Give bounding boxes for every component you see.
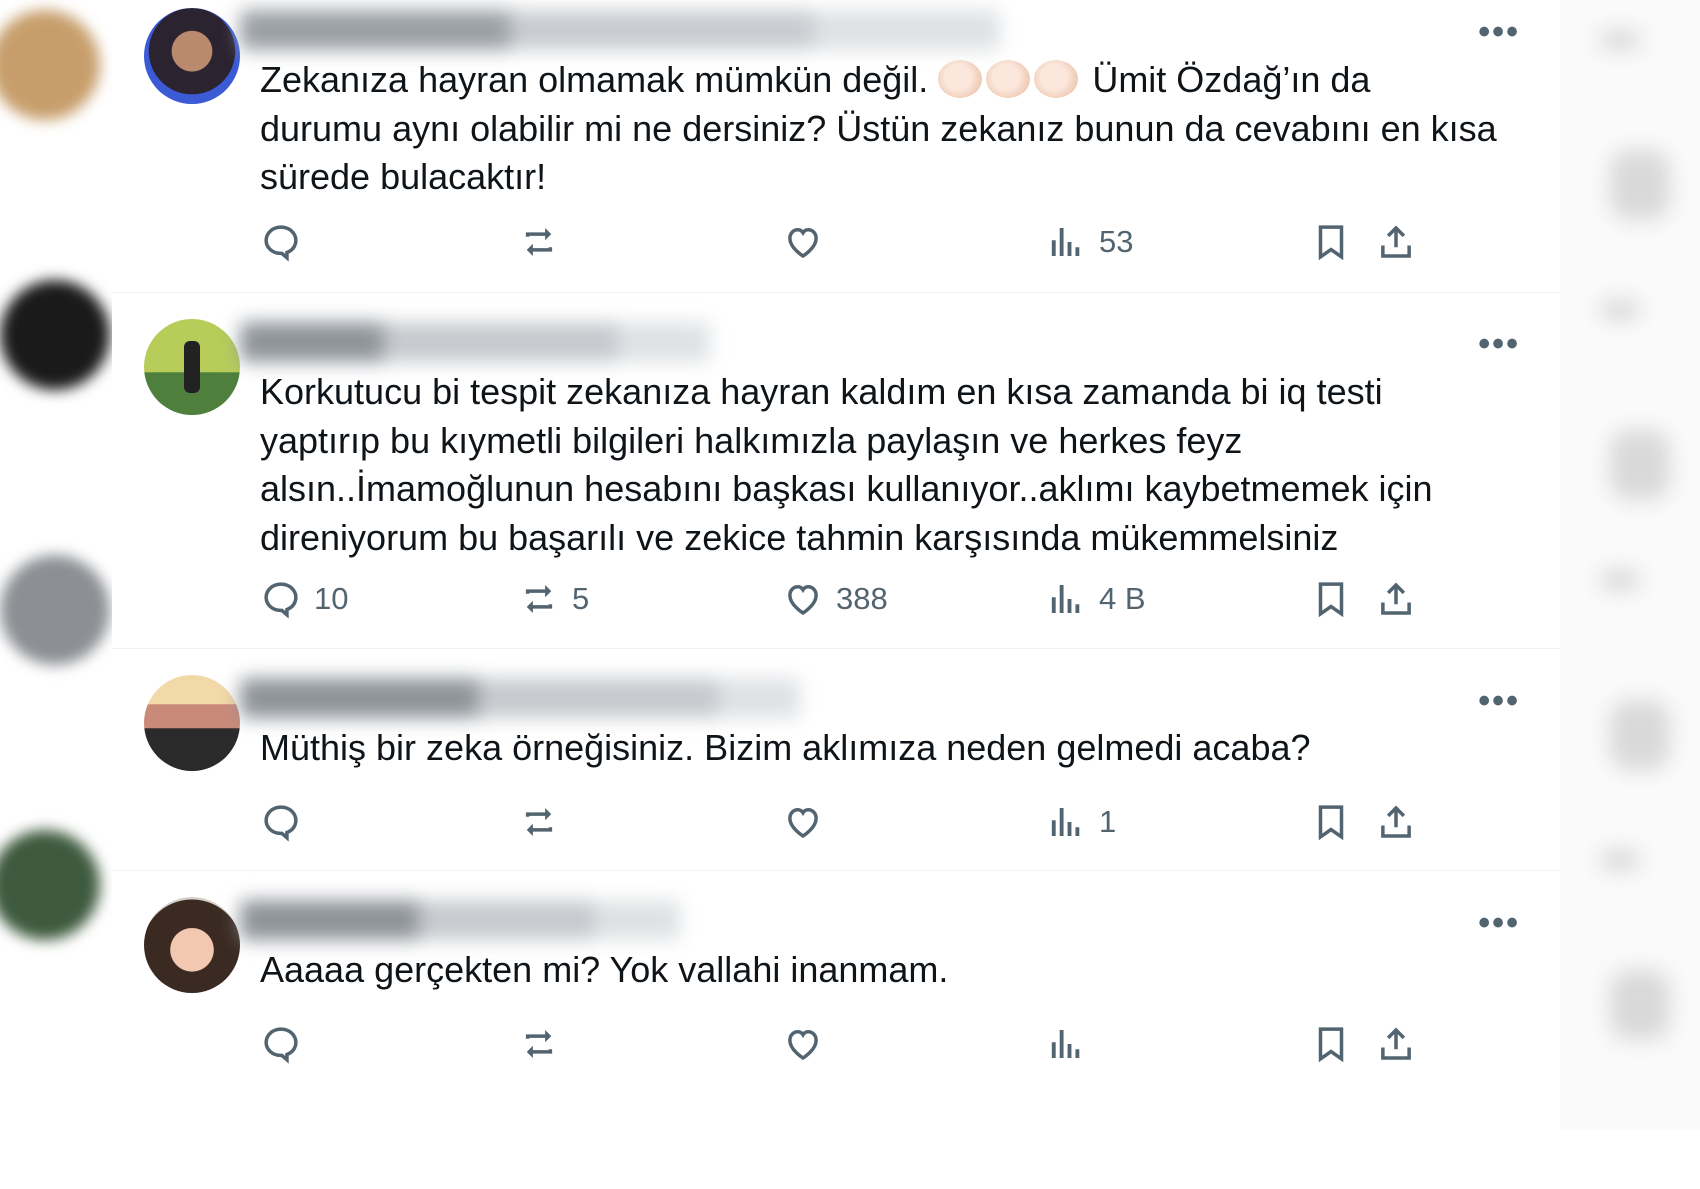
blurred-shape bbox=[1610, 150, 1670, 220]
more-options-button[interactable]: ••• bbox=[1478, 684, 1520, 718]
views-count: 1 bbox=[1099, 804, 1117, 839]
tweet[interactable]: ••• Zekanıza hayran olmamak mümkün değil… bbox=[112, 0, 1560, 293]
bookmark-icon bbox=[1318, 1027, 1344, 1063]
retweet-button[interactable]: 5 bbox=[518, 575, 589, 623]
blurred-username bbox=[240, 900, 680, 940]
share-icon bbox=[1381, 805, 1411, 838]
retweet-count: 5 bbox=[572, 581, 590, 616]
bookmark-button[interactable] bbox=[1310, 1020, 1352, 1068]
reply-icon bbox=[264, 1027, 298, 1064]
bookmark-button[interactable] bbox=[1310, 798, 1352, 846]
reply-button[interactable]: 10 bbox=[260, 575, 348, 623]
clapping-hands-icon bbox=[938, 60, 983, 98]
tweet-text-part: Zekanıza hayran olmamak mümkün değil. bbox=[260, 59, 939, 100]
tweet-actions bbox=[260, 1020, 1500, 1068]
blurred-shape bbox=[1600, 850, 1640, 870]
blurred-avatar bbox=[0, 830, 100, 940]
views-button[interactable]: 1 bbox=[1045, 798, 1116, 846]
views-button[interactable]: 4 B bbox=[1045, 575, 1146, 623]
tweet[interactable]: ••• Müthiş bir zeka örneğisiniz. Bizim a… bbox=[112, 648, 1560, 871]
share-button[interactable] bbox=[1375, 575, 1417, 623]
tweet-text: Zekanıza hayran olmamak mümkün değil. Üm… bbox=[260, 56, 1500, 202]
share-button[interactable] bbox=[1375, 218, 1417, 266]
heart-icon bbox=[788, 1029, 818, 1061]
views-count: 53 bbox=[1099, 224, 1134, 259]
blurred-username bbox=[240, 322, 710, 362]
bookmark-icon bbox=[1318, 582, 1344, 618]
blurred-shape bbox=[1610, 700, 1670, 770]
tweet-text: Müthiş bir zeka örneğisiniz. Bizim aklım… bbox=[260, 727, 1311, 768]
retweet-button[interactable] bbox=[518, 1020, 560, 1068]
like-count: 388 bbox=[836, 581, 888, 616]
blurred-avatar bbox=[0, 555, 110, 665]
like-button[interactable] bbox=[782, 798, 836, 846]
views-button[interactable] bbox=[1045, 1020, 1087, 1068]
reply-icon bbox=[264, 805, 298, 842]
blurred-shape bbox=[1600, 570, 1640, 590]
avatar[interactable] bbox=[144, 319, 240, 415]
more-options-button[interactable]: ••• bbox=[1478, 15, 1520, 49]
bookmark-icon bbox=[1318, 225, 1344, 261]
blurred-shape bbox=[1610, 430, 1670, 500]
more-options-button[interactable]: ••• bbox=[1478, 327, 1520, 361]
like-button[interactable] bbox=[782, 218, 836, 266]
retweet-button[interactable] bbox=[518, 218, 572, 266]
retweet-icon bbox=[525, 228, 553, 256]
blurred-shape bbox=[1610, 970, 1670, 1040]
tweet-actions: 10 5 388 4 B bbox=[260, 575, 1500, 623]
views-count: 4 B bbox=[1099, 581, 1146, 616]
heart-icon bbox=[788, 807, 818, 839]
bookmark-icon bbox=[1318, 805, 1344, 841]
blurred-shape bbox=[1600, 300, 1640, 320]
clapping-hands-icon bbox=[986, 60, 1031, 98]
avatar[interactable] bbox=[144, 8, 240, 104]
bookmark-button[interactable] bbox=[1310, 218, 1352, 266]
blurred-username bbox=[240, 678, 800, 718]
tweet-actions: 53 bbox=[260, 218, 1500, 266]
clapping-hands-icon bbox=[1034, 60, 1079, 98]
reply-icon bbox=[264, 225, 298, 262]
blurred-left-column bbox=[0, 0, 112, 1130]
retweet-icon bbox=[525, 1030, 553, 1058]
blurred-username bbox=[240, 10, 1000, 50]
blurred-right-column bbox=[1560, 0, 1700, 1130]
reply-button[interactable] bbox=[260, 218, 314, 266]
tweet[interactable]: ••• Korkutucu bi tespit zekanıza hayran … bbox=[112, 292, 1560, 649]
retweet-button[interactable] bbox=[518, 798, 572, 846]
tweet-text: Korkutucu bi tespit zekanıza hayran kald… bbox=[260, 371, 1433, 558]
avatar[interactable] bbox=[144, 897, 240, 993]
views-chart-icon bbox=[1051, 228, 1080, 256]
heart-icon bbox=[788, 584, 818, 616]
reply-button[interactable] bbox=[260, 1020, 302, 1068]
blurred-shape bbox=[1600, 30, 1640, 50]
views-chart-icon bbox=[1051, 1030, 1080, 1058]
views-chart-icon bbox=[1051, 808, 1080, 836]
tweet-actions: 1 bbox=[260, 798, 1500, 846]
share-icon bbox=[1381, 225, 1411, 258]
share-button[interactable] bbox=[1375, 798, 1417, 846]
avatar-figure bbox=[184, 341, 200, 393]
share-icon bbox=[1381, 582, 1411, 615]
reply-feed: ••• Zekanıza hayran olmamak mümkün değil… bbox=[112, 0, 1560, 1130]
tweet[interactable]: ••• Aaaaa gerçekten mi? Yok vallahi inan… bbox=[112, 870, 1560, 1130]
bookmark-button[interactable] bbox=[1310, 575, 1352, 623]
retweet-icon bbox=[525, 585, 553, 613]
tweet-text: Aaaaa gerçekten mi? Yok vallahi inanmam. bbox=[260, 949, 949, 990]
reply-button[interactable] bbox=[260, 798, 314, 846]
blurred-avatar bbox=[0, 280, 110, 390]
retweet-icon bbox=[525, 808, 553, 836]
views-button[interactable]: 53 bbox=[1045, 218, 1133, 266]
share-button[interactable] bbox=[1375, 1020, 1417, 1068]
share-icon bbox=[1381, 1027, 1411, 1060]
heart-icon bbox=[788, 227, 818, 259]
views-chart-icon bbox=[1051, 585, 1080, 613]
reply-icon bbox=[264, 582, 298, 619]
blurred-avatar bbox=[0, 10, 100, 120]
like-button[interactable] bbox=[782, 1020, 824, 1068]
like-button[interactable]: 388 bbox=[782, 575, 888, 623]
more-options-button[interactable]: ••• bbox=[1478, 906, 1520, 940]
reply-count: 10 bbox=[314, 581, 349, 616]
avatar[interactable] bbox=[144, 675, 240, 771]
